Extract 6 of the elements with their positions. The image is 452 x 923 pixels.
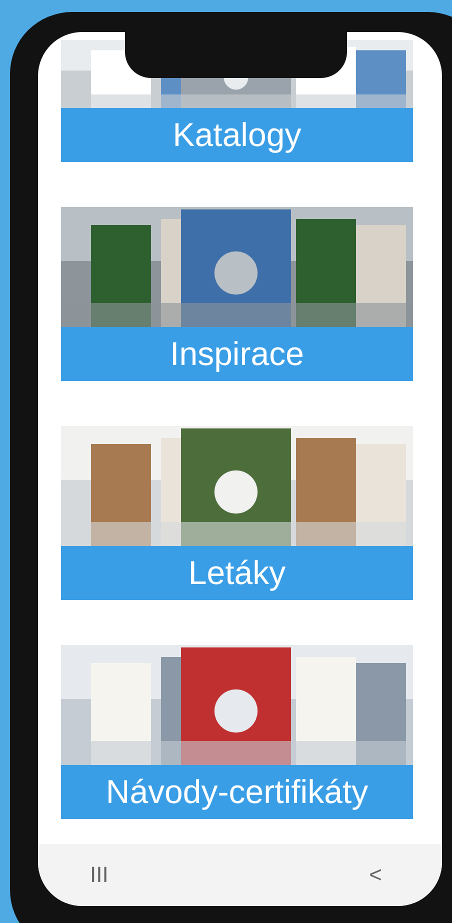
category-banner[interactable]: Katalogy — [61, 108, 413, 162]
back-button[interactable]: < — [359, 858, 392, 892]
recent-apps-button[interactable]: III — [80, 858, 118, 892]
category-banner[interactable]: Inspirace — [61, 327, 413, 381]
category-banner[interactable]: Letáky — [61, 546, 413, 600]
category-banner[interactable]: Návody-certifikáty — [61, 765, 413, 819]
